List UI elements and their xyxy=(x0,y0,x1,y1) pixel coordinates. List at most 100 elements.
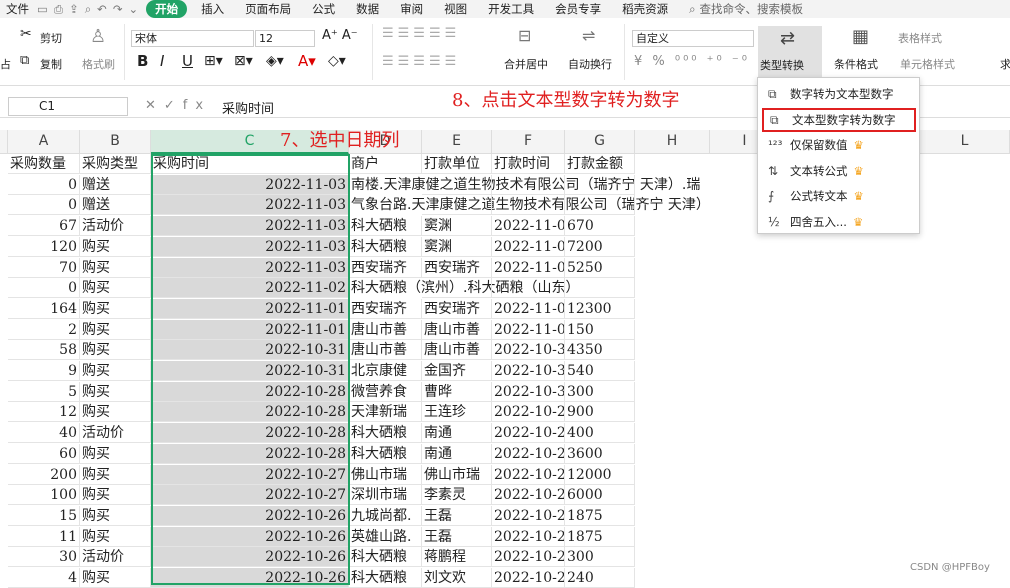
conditional-format-button[interactable]: 条件格式 xyxy=(834,56,878,72)
sum-button-fragment[interactable]: 求 xyxy=(1000,56,1010,72)
table-cell-d[interactable]: 科大硒粮 xyxy=(349,423,422,444)
corner-select-all[interactable] xyxy=(0,130,8,154)
table-cell-f[interactable]: 2022-10-2 xyxy=(492,443,565,464)
underline-icon[interactable]: U xyxy=(182,52,193,70)
table-cell-g[interactable]: 7200 xyxy=(565,236,635,257)
table-cell-a[interactable]: 58 xyxy=(8,340,80,361)
table-cell-a[interactable]: 120 xyxy=(8,236,80,257)
table-cell-g[interactable]: 6000 xyxy=(565,485,635,506)
table-cell-g[interactable] xyxy=(565,278,635,299)
table-cell-e[interactable]: 窦渊 xyxy=(422,216,492,237)
preview-icon[interactable]: ⌕ xyxy=(85,2,91,17)
table-cell-e[interactable] xyxy=(422,174,492,195)
header-cell-e[interactable]: 打款单位 xyxy=(422,154,492,174)
table-cell-f[interactable]: 2022-11-0 xyxy=(492,216,565,237)
table-cell-e[interactable]: 南通 xyxy=(422,443,492,464)
table-cell-d[interactable]: 天津新瑞 xyxy=(349,402,422,423)
table-cell-f[interactable]: 2022-10-3 xyxy=(492,361,565,381)
table-cell-c[interactable]: 2022-10-26 xyxy=(151,547,349,568)
table-cell-d[interactable]: 深圳市瑞 xyxy=(349,485,422,506)
wrap-text-button[interactable]: 自动换行 xyxy=(568,56,612,72)
table-cell-b[interactable]: 购买 xyxy=(80,361,151,381)
table-cell-g[interactable]: 240 xyxy=(565,568,635,588)
column-header-b[interactable]: B xyxy=(80,130,151,154)
table-cell-g[interactable]: 12300 xyxy=(565,298,635,319)
table-cell-c[interactable]: 2022-10-28 xyxy=(151,381,349,402)
table-cell-e[interactable]: 王磊 xyxy=(422,505,492,526)
tab-insert[interactable]: 插入 xyxy=(201,1,224,17)
table-cell-f[interactable]: 2022-10-2 xyxy=(492,568,565,588)
fill-color-icon[interactable]: ◈▾ xyxy=(266,53,284,69)
table-cell-d[interactable]: 科大硒粮 xyxy=(349,547,422,568)
formula-input[interactable]: 采购时间 xyxy=(222,98,274,117)
table-cell-d[interactable]: 西安瑞齐 xyxy=(349,298,422,319)
table-cell-d[interactable]: 科大硒粮 xyxy=(349,443,422,464)
table-cell-f[interactable] xyxy=(492,278,565,299)
tab-resources[interactable]: 稻壳资源 xyxy=(622,1,668,17)
table-cell-g[interactable]: 4350 xyxy=(565,340,635,361)
menu-file[interactable]: 文件 xyxy=(6,1,29,17)
table-cell-b[interactable]: 购买 xyxy=(80,257,151,278)
table-cell-a[interactable]: 9 xyxy=(8,361,80,381)
table-cell-b[interactable]: 赠送 xyxy=(80,195,151,216)
name-box[interactable]: C1 xyxy=(8,97,128,116)
table-cell-e[interactable]: 蒋鹏程 xyxy=(422,547,492,568)
table-cell-c[interactable]: 2022-10-28 xyxy=(151,423,349,444)
table-cell-a[interactable]: 0 xyxy=(8,195,80,216)
table-cell-a[interactable]: 100 xyxy=(8,485,80,506)
table-cell-e[interactable]: 李素灵 xyxy=(422,485,492,506)
table-cell-f[interactable]: 2022-10-3 xyxy=(492,381,565,402)
table-cell-g[interactable]: 150 xyxy=(565,319,635,340)
table-cell-e[interactable]: 王连珍 xyxy=(422,402,492,423)
table-style-button[interactable]: 表格样式 xyxy=(898,30,942,46)
table-cell-f[interactable]: 2022-11-0 xyxy=(492,236,565,257)
table-cell-b[interactable]: 购买 xyxy=(80,381,151,402)
font-family-select[interactable]: 宋体 xyxy=(131,30,254,47)
table-cell-c[interactable]: 2022-11-03 xyxy=(151,236,349,257)
table-cell-g[interactable] xyxy=(565,195,635,216)
formula-icons[interactable]: ✕✓fx xyxy=(145,98,211,113)
redo-icon[interactable]: ↷ xyxy=(113,2,123,17)
table-cell-g[interactable]: 670 xyxy=(565,216,635,237)
print-icon[interactable]: ⎙ xyxy=(54,2,63,17)
table-cell-b[interactable]: 购买 xyxy=(80,568,151,588)
table-cell-c[interactable]: 2022-10-28 xyxy=(151,402,349,423)
table-cell-g[interactable]: 540 xyxy=(565,361,635,381)
table-cell-e[interactable]: 唐山市善 xyxy=(422,319,492,340)
tab-review[interactable]: 审阅 xyxy=(400,1,423,17)
table-cell-b[interactable]: 购买 xyxy=(80,402,151,423)
table-cell-d[interactable]: 微营养食 xyxy=(349,381,422,402)
table-cell-e[interactable]: 唐山市善 xyxy=(422,340,492,361)
column-header-a[interactable]: A xyxy=(8,130,80,154)
cell-style-button[interactable]: 单元格样式 xyxy=(900,56,955,72)
table-cell-c[interactable]: 2022-11-03 xyxy=(151,257,349,278)
table-cell-b[interactable]: 活动价 xyxy=(80,547,151,568)
table-cell-a[interactable]: 70 xyxy=(8,257,80,278)
table-cell-e[interactable]: 王磊 xyxy=(422,526,492,547)
table-cell-d[interactable]: 科大硒粮 xyxy=(349,216,422,237)
table-cell-b[interactable]: 购买 xyxy=(80,340,151,361)
table-cell-e[interactable]: 西安瑞齐 xyxy=(422,298,492,319)
table-cell-d[interactable]: 唐山市善 xyxy=(349,319,422,340)
more-icon[interactable]: ⌄ xyxy=(128,2,138,17)
column-header-l[interactable]: L xyxy=(920,130,1010,154)
table-cell-c[interactable]: 2022-10-31 xyxy=(151,361,349,381)
dropdown-item-2[interactable]: ¹²³ 仅保留数值 ♛ xyxy=(762,133,916,157)
table-cell-g[interactable]: 1875 xyxy=(565,505,635,526)
tab-dev-tools[interactable]: 开发工具 xyxy=(488,1,534,17)
tab-page-layout[interactable]: 页面布局 xyxy=(245,1,291,17)
table-cell-c[interactable]: 2022-11-01 xyxy=(151,319,349,340)
command-search[interactable]: 查找命令、搜索模板 xyxy=(700,1,804,17)
table-cell-a[interactable]: 200 xyxy=(8,464,80,485)
table-cell-f[interactable]: 2022-10-2 xyxy=(492,402,565,423)
header-cell-c[interactable]: 采购时间 xyxy=(151,154,349,174)
table-cell-b[interactable]: 购买 xyxy=(80,319,151,340)
table-cell-f[interactable]: 2022-10-2 xyxy=(492,505,565,526)
table-cell-g[interactable]: 400 xyxy=(565,423,635,444)
table-cell-e[interactable]: 曹晔 xyxy=(422,381,492,402)
table-cell-e[interactable]: 金国齐 xyxy=(422,361,492,381)
dropdown-item-5[interactable]: ½ 四舍五入... ♛ xyxy=(762,210,916,234)
table-cell-a[interactable]: 40 xyxy=(8,423,80,444)
dropdown-item-0[interactable]: ⧉ 数字转为文本型数字 xyxy=(762,82,916,106)
font-grow-icon[interactable]: A⁺ A⁻ xyxy=(322,28,358,43)
